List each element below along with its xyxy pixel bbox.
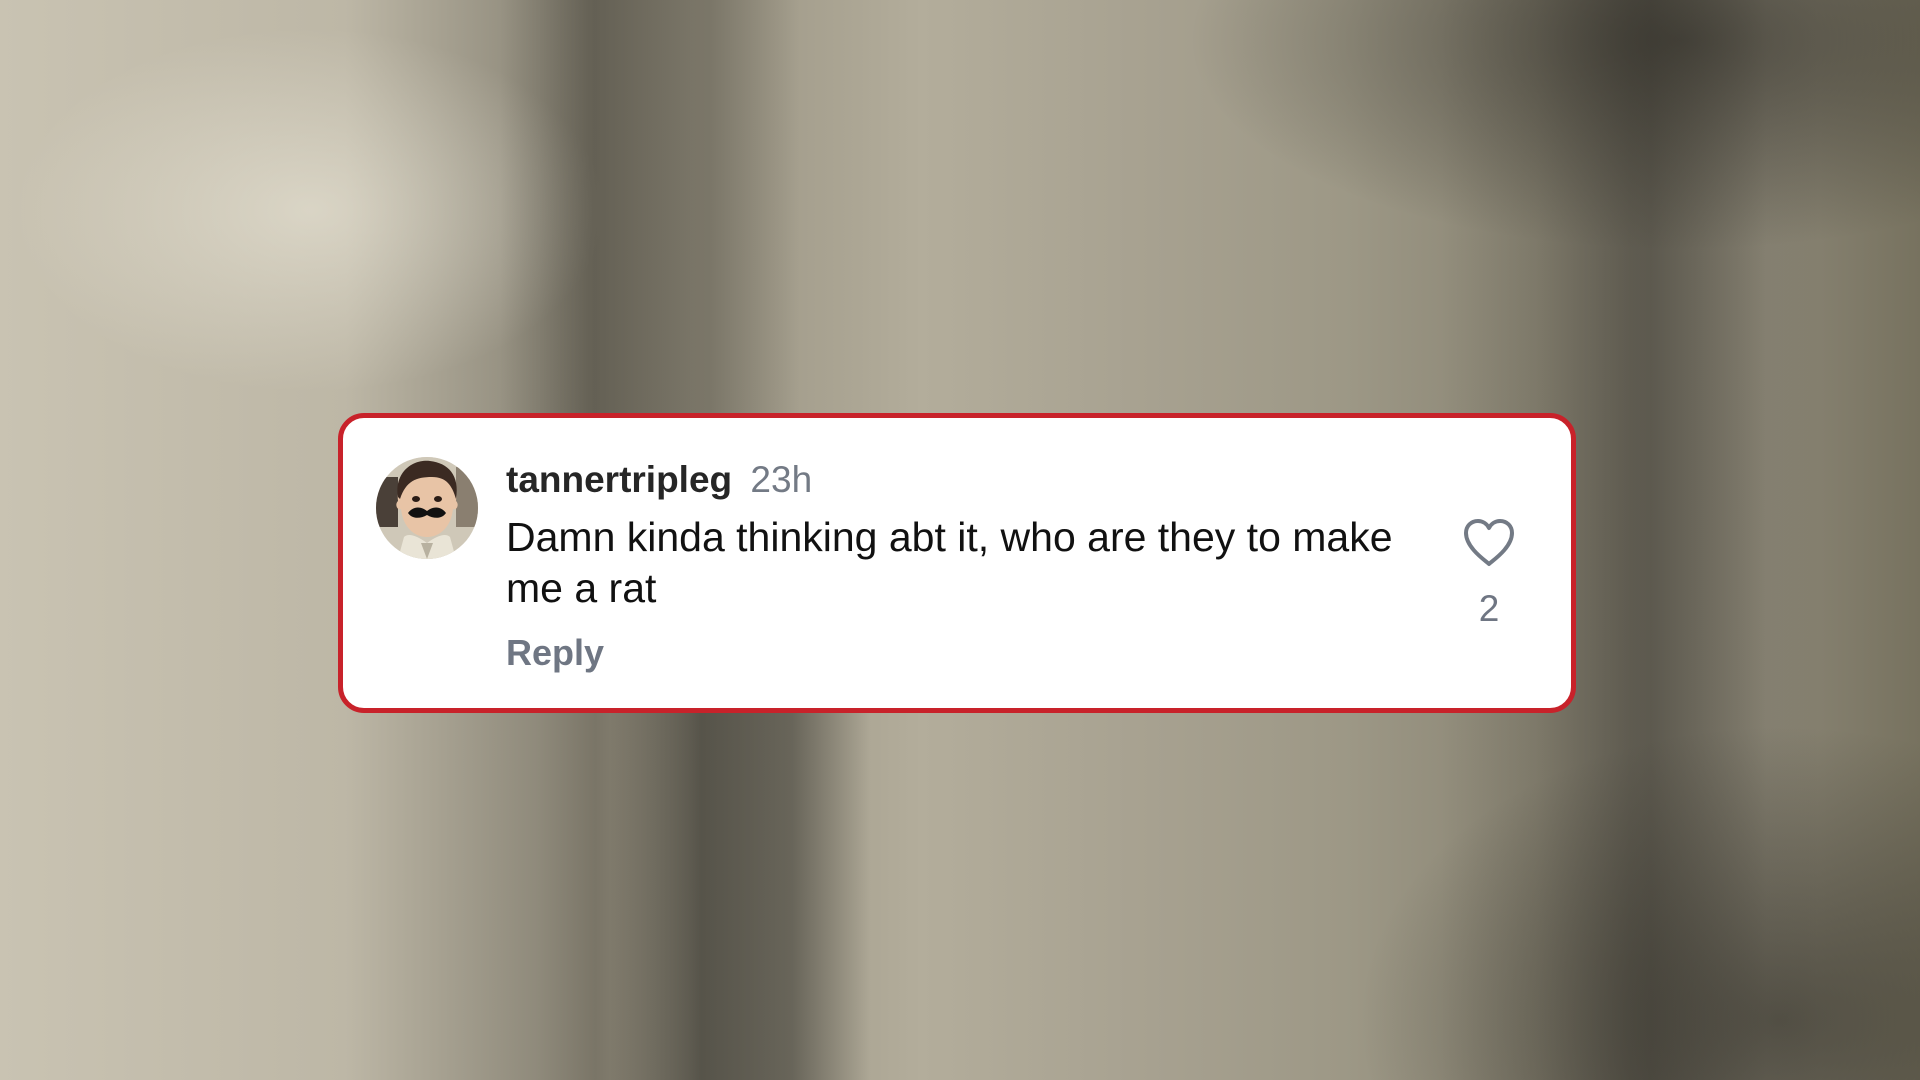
comment-text: Damn kinda thinking abt it, who are they…	[506, 514, 1393, 611]
user-avatar[interactable]	[376, 457, 478, 559]
comment-meta: tannertripleg 23h	[506, 458, 1396, 502]
background-streak-bottom	[610, 700, 870, 1080]
comment-timestamp: 23h	[750, 459, 813, 500]
comment-card: tannertripleg 23h Damn kinda thinking ab…	[338, 413, 1576, 713]
like-area: 2	[1459, 518, 1519, 630]
comment-username[interactable]: tannertripleg	[506, 459, 732, 500]
background-streak-top	[500, 0, 800, 430]
avatar-photo	[376, 457, 478, 559]
like-count: 2	[1478, 588, 1500, 629]
heart-outline-icon[interactable]	[1462, 518, 1516, 568]
comment-body: tannertripleg 23h Damn kinda thinking ab…	[506, 458, 1396, 674]
reply-button[interactable]: Reply	[506, 632, 604, 674]
